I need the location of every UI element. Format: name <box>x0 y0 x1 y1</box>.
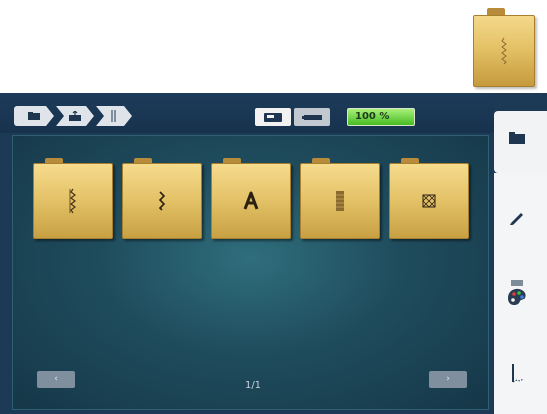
memory-view-button[interactable] <box>294 108 330 126</box>
palette-icon <box>508 280 526 305</box>
folder-arrow-icon <box>68 111 82 122</box>
page-indicator: 1/1 <box>244 380 262 391</box>
pattern-grid-icon <box>422 194 436 208</box>
content-area: ‹ 1/1 › <box>12 135 489 410</box>
zigzag-stitch-icon <box>158 191 166 211</box>
main-panel: 100 % ‹ 1/1 › <box>0 93 547 414</box>
needle-icon <box>512 364 524 383</box>
memory-stick-icon <box>302 115 322 120</box>
sewing-machine-icon <box>264 113 282 122</box>
side-tab-folder[interactable] <box>494 111 547 173</box>
side-bar <box>494 93 547 414</box>
letter-a-icon <box>243 191 259 210</box>
folder-tile-straight-stitch[interactable] <box>33 158 113 239</box>
breadcrumb-stitch[interactable] <box>96 106 132 126</box>
folder-icon <box>509 132 525 144</box>
pencil-icon <box>510 213 523 225</box>
breadcrumb-folder[interactable] <box>14 106 54 126</box>
prev-page-button[interactable]: ‹ <box>37 371 75 388</box>
folder-tile-patterns[interactable] <box>389 158 469 239</box>
edit-tab[interactable] <box>508 208 526 230</box>
straight-stitch-icon <box>69 188 76 214</box>
satin-stitch-icon <box>336 191 344 211</box>
top-bar: 100 % <box>0 93 494 133</box>
folder-icon <box>27 111 41 121</box>
breadcrumb <box>14 106 134 126</box>
needle-tab[interactable] <box>509 363 527 389</box>
next-page-button[interactable]: › <box>429 371 467 388</box>
machine-view-button[interactable] <box>255 108 291 126</box>
color-tab[interactable] <box>505 280 529 312</box>
folder-tile-zigzag[interactable] <box>122 158 202 239</box>
zoom-indicator[interactable]: 100 % <box>347 108 415 126</box>
folder-preview-icon <box>473 8 535 87</box>
stitch-icon <box>110 110 118 122</box>
breadcrumb-folder-open[interactable] <box>56 106 94 126</box>
folder-tile-satin[interactable] <box>300 158 380 239</box>
folder-tile-letters[interactable] <box>211 158 291 239</box>
